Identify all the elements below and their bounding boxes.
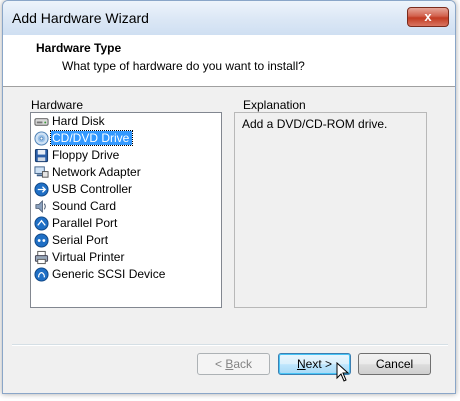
footer-divider [12, 344, 448, 346]
floppy-icon [34, 149, 49, 163]
close-button[interactable]: x [407, 7, 449, 27]
page-subtitle: What type of hardware do you want to ins… [62, 59, 305, 73]
sound-card-icon [35, 200, 46, 214]
hardware-label: Hardware [31, 98, 84, 112]
close-icon: x [424, 9, 432, 24]
mouse-cursor-icon [336, 362, 350, 382]
title-bar[interactable]: Add Hardware Wizard x [3, 1, 455, 36]
list-item-label: Sound Card [52, 199, 117, 214]
list-item-serial-port[interactable]: Serial Port [31, 232, 221, 249]
list-item-label: Generic SCSI Device [52, 267, 166, 282]
list-item-generic-scsi-device[interactable]: Generic SCSI Device [31, 266, 221, 283]
next-rest: ext > [305, 357, 333, 371]
list-item-label: Parallel Port [52, 216, 118, 231]
list-item-usb-controller[interactable]: USB Controller [31, 181, 221, 198]
list-item-parallel-port[interactable]: Parallel Port [31, 215, 221, 232]
list-item-label: CD/DVD Drive [49, 130, 134, 147]
hardware-list[interactable]: Hard Disk CD/DVD Drive Floppy Drive Netw… [30, 112, 222, 308]
list-item-label: Serial Port [52, 233, 109, 248]
page-title: Hardware Type [36, 41, 122, 55]
list-item-sound-card[interactable]: Sound Card [31, 198, 221, 215]
explanation-text: Add a DVD/CD-ROM drive. [242, 117, 388, 131]
list-item-label: Virtual Printer [52, 250, 125, 265]
cd-dvd-icon [34, 131, 49, 146]
list-item-cd-dvd-drive[interactable]: CD/DVD Drive [31, 130, 221, 147]
parallel-port-icon [34, 216, 49, 231]
list-item-label: USB Controller [52, 182, 133, 197]
cancel-label: Cancel [375, 357, 414, 371]
explanation-box [234, 112, 427, 308]
cancel-button[interactable]: Cancel [358, 353, 431, 375]
window-title: Add Hardware Wizard [12, 10, 149, 26]
back-prefix: < [214, 357, 226, 371]
list-item-label: Hard Disk [52, 114, 105, 129]
list-item-network-adapter[interactable]: Network Adapter [31, 164, 221, 181]
serial-port-icon [34, 233, 49, 248]
usb-icon [34, 182, 49, 197]
wizard-header: Hardware Type What type of hardware do y… [3, 35, 455, 87]
printer-icon [34, 251, 49, 265]
scsi-icon [34, 267, 49, 282]
list-item-virtual-printer[interactable]: Virtual Printer [31, 249, 221, 266]
list-item-label: Network Adapter [52, 165, 141, 180]
explanation-label: Explanation [241, 98, 308, 112]
list-item-floppy-drive[interactable]: Floppy Drive [31, 147, 221, 164]
network-adapter-icon [34, 166, 49, 178]
list-item-label: Floppy Drive [52, 148, 120, 163]
back-rest: ack [233, 357, 253, 371]
next-accel: N [296, 357, 306, 371]
hard-disk-icon [34, 118, 49, 127]
list-item-hard-disk[interactable]: Hard Disk [31, 113, 221, 130]
back-button[interactable]: < Back [197, 353, 270, 375]
